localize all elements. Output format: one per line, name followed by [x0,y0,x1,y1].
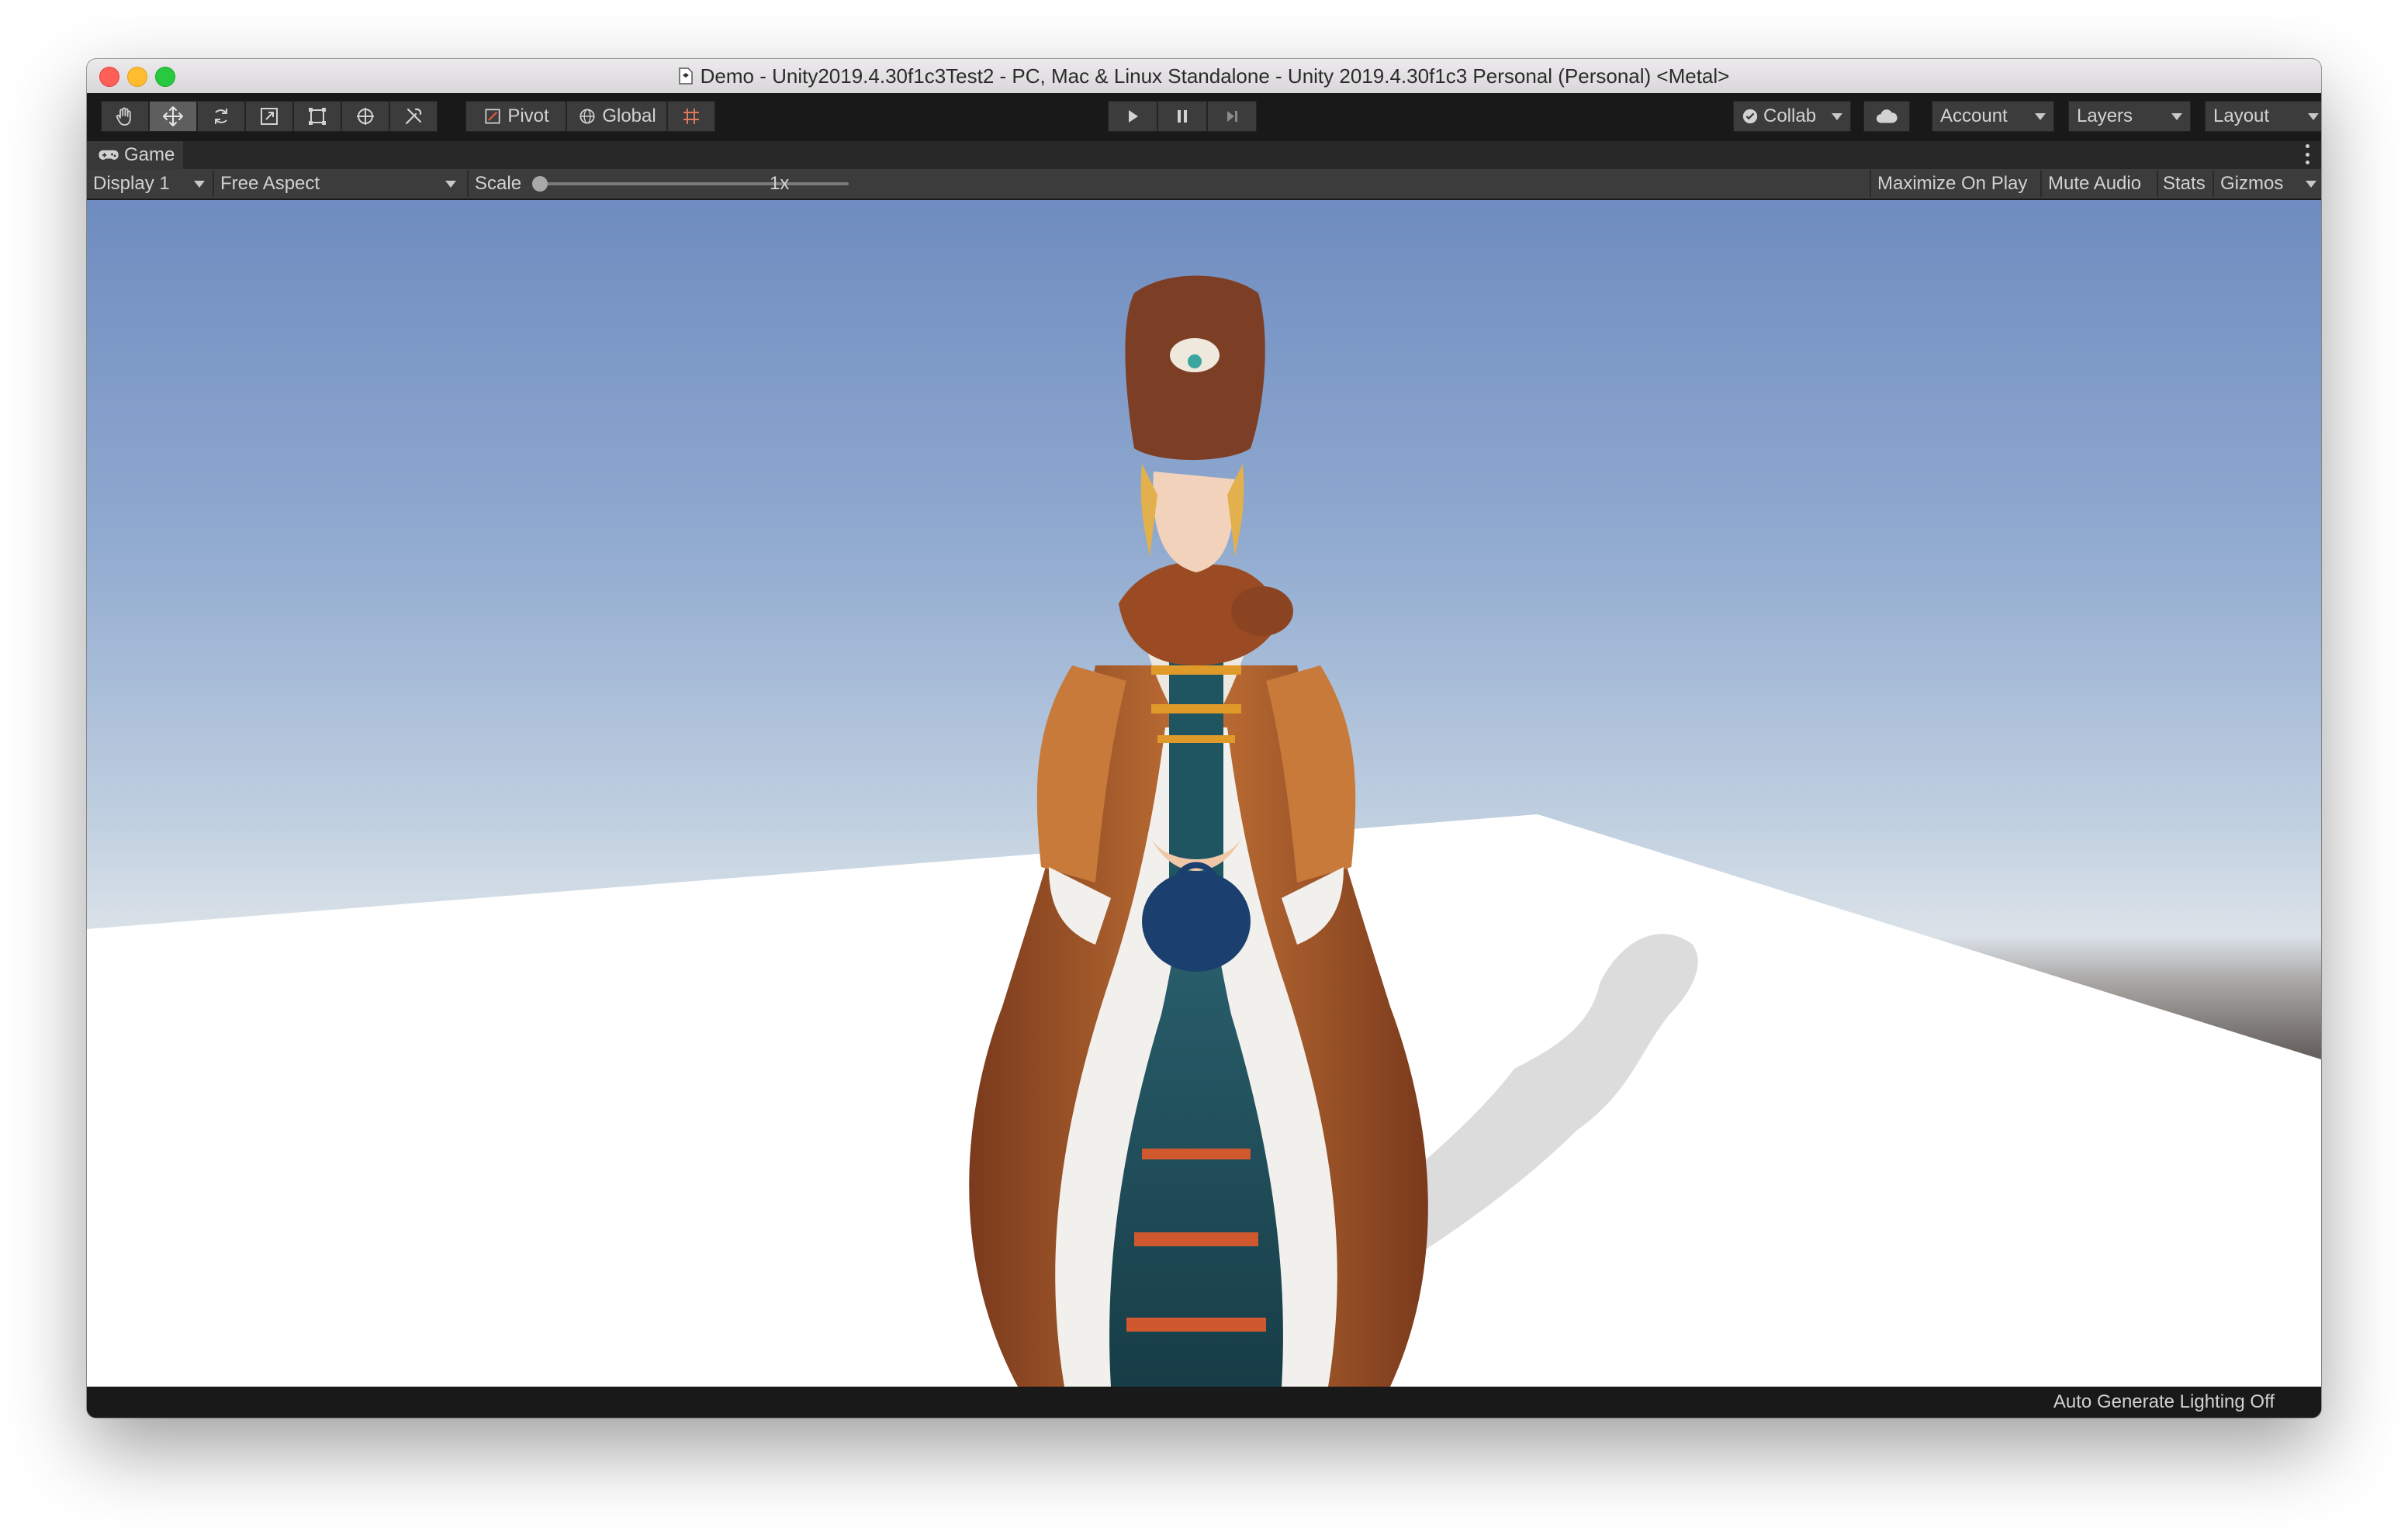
move-tool-button[interactable] [149,101,197,132]
rect-tool-button[interactable] [293,101,341,132]
play-icon [1129,110,1138,123]
global-toggle[interactable]: Global [566,101,667,132]
scale-label: Scale [475,173,522,194]
custom-tool-button[interactable] [389,101,438,132]
cloud-icon [1876,109,1898,123]
pivot-label: Pivot [507,105,549,126]
chevron-down-icon [1832,113,1842,120]
step-button[interactable] [1207,101,1257,132]
rotate-tool-button[interactable] [197,101,245,132]
scale-icon [261,108,278,125]
layers-label: Layers [2077,105,2133,126]
chevron-down-icon [2171,113,2182,120]
main-toolbar: Pivot Global Collab Account Layers Layou… [87,93,2321,141]
step-icon [1227,111,1237,122]
account-dropdown[interactable]: Account [1932,101,2054,132]
rotate-icon [215,109,227,124]
lighting-status[interactable]: Auto Generate Lighting Off [2053,1391,2275,1413]
mute-audio-toggle[interactable]: Mute Audio [2048,169,2141,199]
game-viewport[interactable] [87,200,2321,1387]
display-label: Display 1 [93,173,170,194]
unity-editor-window: Demo - Unity2019.4.30f1c3Test2 - PC, Mac… [87,59,2321,1418]
chevron-down-icon [194,181,205,188]
unity-document-icon [678,67,693,85]
collab-dropdown[interactable]: Collab [1733,101,1851,132]
scale-slider-handle[interactable] [532,176,548,192]
cloud-button[interactable] [1863,101,1910,132]
chevron-down-icon [2308,113,2319,120]
hand-icon [116,107,131,126]
title-bar: Demo - Unity2019.4.30f1c3Test2 - PC, Mac… [87,59,2321,94]
check-circle-icon [1742,109,1758,124]
aspect-label: Free Aspect [220,173,320,194]
chevron-down-icon [2035,113,2046,120]
hand-tool-button[interactable] [101,101,149,132]
gizmos-dropdown[interactable]: Gizmos [2220,169,2316,199]
chevron-down-icon [2306,181,2316,188]
global-label: Global [602,105,656,126]
pause-button[interactable] [1157,101,1207,132]
status-bar: Auto Generate Lighting Off [87,1387,2321,1418]
transform-tool-button[interactable] [341,101,389,132]
globe-icon [580,109,595,124]
collab-label: Collab [1763,105,1817,126]
layout-dropdown[interactable]: Layout [2205,101,2321,132]
scale-tool-button[interactable] [245,101,293,132]
grid-snap-icon [683,109,699,124]
panel-menu-icon[interactable] [2306,144,2310,164]
pause-icon [1178,110,1187,123]
tab-game[interactable]: Game [87,141,183,169]
pivot-group: Pivot Global [465,101,715,132]
play-button[interactable] [1108,101,1157,132]
move-icon [163,106,183,126]
custom-tool-icon [405,108,422,125]
layout-label: Layout [2213,105,2270,126]
game-panel-header: Game [87,141,2321,169]
gizmos-label: Gizmos [2220,173,2284,194]
transform-icon [357,108,374,125]
game-view-toolbar: Display 1 Free Aspect Scale 1x Maximize … [87,169,2321,200]
aspect-dropdown[interactable]: Free Aspect [217,169,464,199]
pivot-icon [485,109,500,124]
chevron-down-icon [445,181,456,188]
rect-icon [309,108,326,125]
transform-tools [101,101,438,132]
scale-slider-track[interactable] [541,182,849,185]
pivot-toggle[interactable]: Pivot [465,101,566,132]
layers-dropdown[interactable]: Layers [2068,101,2191,132]
tab-game-label: Game [124,144,175,165]
gamepad-icon [99,150,119,160]
game-scene [87,200,2321,1387]
maximize-on-play-toggle[interactable]: Maximize On Play [1877,169,2027,199]
stats-toggle[interactable]: Stats [2163,169,2206,199]
window-title: Demo - Unity2019.4.30f1c3Test2 - PC, Mac… [700,64,1730,88]
grid-snap-button[interactable] [667,101,715,132]
account-label: Account [1940,105,2008,126]
display-dropdown[interactable]: Display 1 [93,169,209,199]
scale-value: 1x [770,173,790,194]
playmode-controls [1108,101,1257,132]
